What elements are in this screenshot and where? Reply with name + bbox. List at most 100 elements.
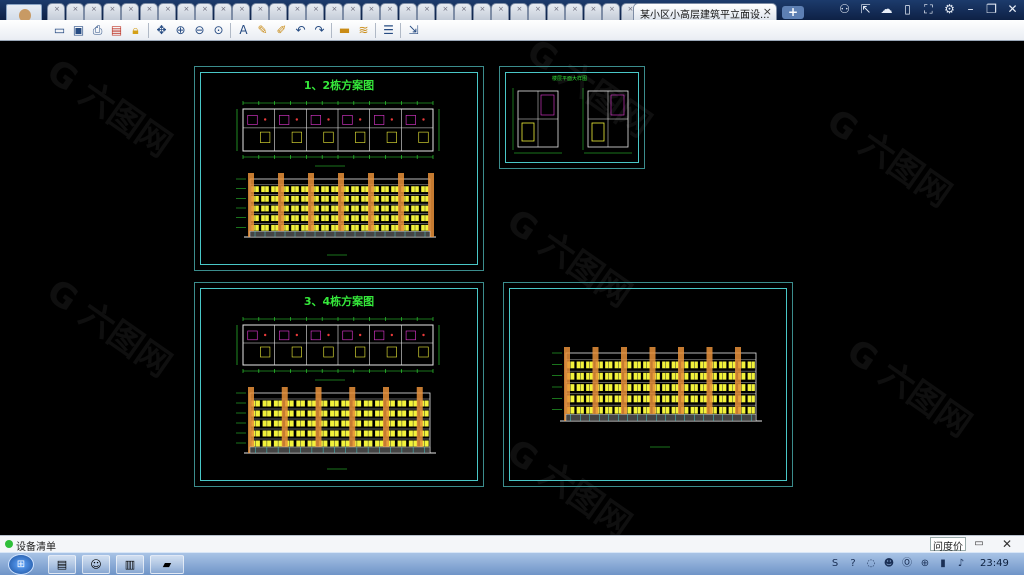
gear-icon[interactable]: ⚙ bbox=[942, 2, 957, 17]
close-icon[interactable]: ✕ bbox=[1005, 2, 1020, 17]
drawing-sheet-1[interactable]: 1、2栋方案图 bbox=[194, 66, 484, 271]
tab-collapsed[interactable] bbox=[158, 3, 176, 20]
tab-collapsed[interactable] bbox=[602, 3, 620, 20]
tab-collapsed[interactable] bbox=[269, 3, 287, 20]
tab-collapsed[interactable] bbox=[509, 3, 528, 20]
highlight-icon[interactable]: ✐ bbox=[274, 23, 289, 38]
stair-tower bbox=[416, 387, 423, 453]
ask-price-button[interactable]: 问度价 bbox=[930, 537, 966, 553]
tab-collapsed[interactable] bbox=[324, 3, 343, 20]
tab-collapsed[interactable] bbox=[380, 3, 398, 20]
open-icon[interactable]: ▭ bbox=[52, 23, 67, 38]
close-icon[interactable]: ✕ bbox=[1000, 537, 1014, 551]
tray-s-icon[interactable]: S bbox=[828, 556, 842, 571]
dimension-icon[interactable]: ≋ bbox=[356, 23, 371, 38]
cloud-icon[interactable]: ☁ bbox=[879, 2, 894, 17]
tab-collapsed[interactable] bbox=[176, 3, 195, 20]
system-tray: S ? ◌ ☻ Ⓞ ⊕ ▮ ♪ bbox=[828, 556, 968, 571]
share-icon[interactable]: ⇱ bbox=[858, 2, 873, 17]
signal-icon[interactable]: ▮ bbox=[936, 556, 950, 571]
tab-collapsed[interactable] bbox=[528, 3, 546, 20]
drawing-sheet-2[interactable]: 楼层平面大样图 bbox=[499, 66, 645, 169]
move-icon[interactable]: ✥ bbox=[154, 23, 169, 38]
tab-collapsed[interactable] bbox=[287, 3, 306, 20]
help-icon[interactable]: ? bbox=[846, 556, 860, 571]
layers-icon[interactable]: ☰ bbox=[381, 23, 396, 38]
plan-room bbox=[323, 131, 334, 143]
undo-icon[interactable]: ↶ bbox=[293, 23, 308, 38]
security-icon[interactable]: Ⓞ bbox=[900, 556, 914, 571]
tab-collapsed[interactable] bbox=[195, 3, 213, 20]
drawing-sheet-4[interactable] bbox=[503, 282, 793, 487]
plan-room bbox=[405, 330, 416, 341]
phone-icon[interactable]: ▯ bbox=[900, 2, 915, 17]
plan-room bbox=[374, 114, 385, 125]
tab-collapsed[interactable] bbox=[232, 3, 250, 20]
save-icon[interactable]: ▣ bbox=[71, 23, 86, 38]
taskbar-qq-icon[interactable]: ☺ bbox=[82, 555, 110, 574]
tab-collapsed[interactable] bbox=[472, 3, 491, 20]
taskbar-explorer-icon[interactable]: ▤ bbox=[48, 555, 76, 574]
plan-room bbox=[247, 114, 258, 125]
tab-collapsed[interactable] bbox=[454, 3, 472, 20]
tab-collapsed[interactable] bbox=[213, 3, 232, 20]
plan-room bbox=[291, 346, 302, 358]
people-icon[interactable]: ⚇ bbox=[837, 2, 852, 17]
plan-room bbox=[310, 114, 321, 125]
tab-close-icon[interactable]: × bbox=[763, 5, 772, 18]
tab-collapsed[interactable] bbox=[398, 3, 417, 20]
device-list-link[interactable]: 设备清单 bbox=[16, 538, 56, 553]
plan-fixture bbox=[390, 118, 394, 121]
zoom-out-icon[interactable]: ⊖ bbox=[192, 23, 207, 38]
redo-icon[interactable]: ↷ bbox=[312, 23, 327, 38]
plan-room bbox=[418, 131, 429, 143]
tab-collapsed[interactable] bbox=[546, 3, 565, 20]
tab-collapsed[interactable] bbox=[121, 3, 139, 20]
pen-icon[interactable]: ✎ bbox=[255, 23, 270, 38]
tab-collapsed[interactable] bbox=[417, 3, 435, 20]
taskbar-cad-viewer-icon[interactable]: ▰ bbox=[150, 555, 184, 574]
print-icon[interactable]: ⎙ bbox=[90, 23, 105, 38]
tab-collapsed[interactable] bbox=[491, 3, 509, 20]
plan-room bbox=[521, 122, 535, 142]
plan-fixture bbox=[295, 333, 299, 337]
export-icon[interactable]: ⇲ bbox=[406, 23, 421, 38]
tab-collapsed[interactable] bbox=[47, 3, 65, 20]
plan-fixture bbox=[327, 333, 330, 337]
tab-collapsed[interactable] bbox=[102, 3, 121, 20]
wheel-icon[interactable]: ◌ bbox=[864, 556, 878, 571]
plan-fixture bbox=[422, 118, 425, 121]
tab-collapsed[interactable] bbox=[565, 3, 583, 20]
taskbar-books-icon[interactable]: ▥ bbox=[116, 555, 144, 574]
antivirus-icon[interactable]: ⊕ bbox=[918, 556, 932, 571]
tab-collapsed[interactable] bbox=[65, 3, 84, 20]
fullscreen-icon[interactable]: ⛶ bbox=[921, 2, 936, 17]
volume-icon[interactable]: ♪ bbox=[954, 556, 968, 571]
drawing-canvas[interactable]: G 六图网 G 六图网 G 六图网 G 六图网 G 六图网 G 六图网 G 六图… bbox=[0, 41, 1024, 535]
sheet-2-drawing bbox=[512, 88, 632, 154]
restore-icon[interactable]: ❐ bbox=[984, 2, 999, 17]
tab-document[interactable]: 某小区小高层建筑平立面设... × bbox=[633, 3, 777, 20]
tab-collapsed[interactable] bbox=[306, 3, 324, 20]
drawing-sheet-3[interactable]: 3、4栋方案图 bbox=[194, 282, 484, 487]
text-icon[interactable]: A bbox=[236, 23, 251, 38]
tab-collapsed[interactable] bbox=[84, 3, 102, 20]
lock-icon[interactable]: 🔒︎ bbox=[128, 23, 143, 38]
pdf-icon[interactable]: ▤ bbox=[109, 23, 124, 38]
minimize-icon[interactable]: – bbox=[963, 2, 978, 17]
tab-collapsed[interactable] bbox=[361, 3, 380, 20]
measure-icon[interactable]: ▬ bbox=[337, 23, 352, 38]
tab-collapsed[interactable] bbox=[139, 3, 158, 20]
zoom-window-icon[interactable]: ⊙ bbox=[211, 23, 226, 38]
zoom-in-icon[interactable]: ⊕ bbox=[173, 23, 188, 38]
tab-collapsed[interactable] bbox=[435, 3, 454, 20]
tab-collapsed[interactable] bbox=[250, 3, 269, 20]
plan-room bbox=[342, 330, 353, 341]
tab-collapsed[interactable] bbox=[583, 3, 602, 20]
new-tab-button[interactable]: + bbox=[782, 6, 804, 19]
plan-room bbox=[260, 346, 271, 358]
user-icon[interactable]: ☻ bbox=[882, 556, 896, 571]
tab-collapsed[interactable] bbox=[343, 3, 361, 20]
chat-icon[interactable]: ▭ bbox=[972, 538, 986, 550]
start-button[interactable]: ⊞ bbox=[8, 554, 34, 575]
